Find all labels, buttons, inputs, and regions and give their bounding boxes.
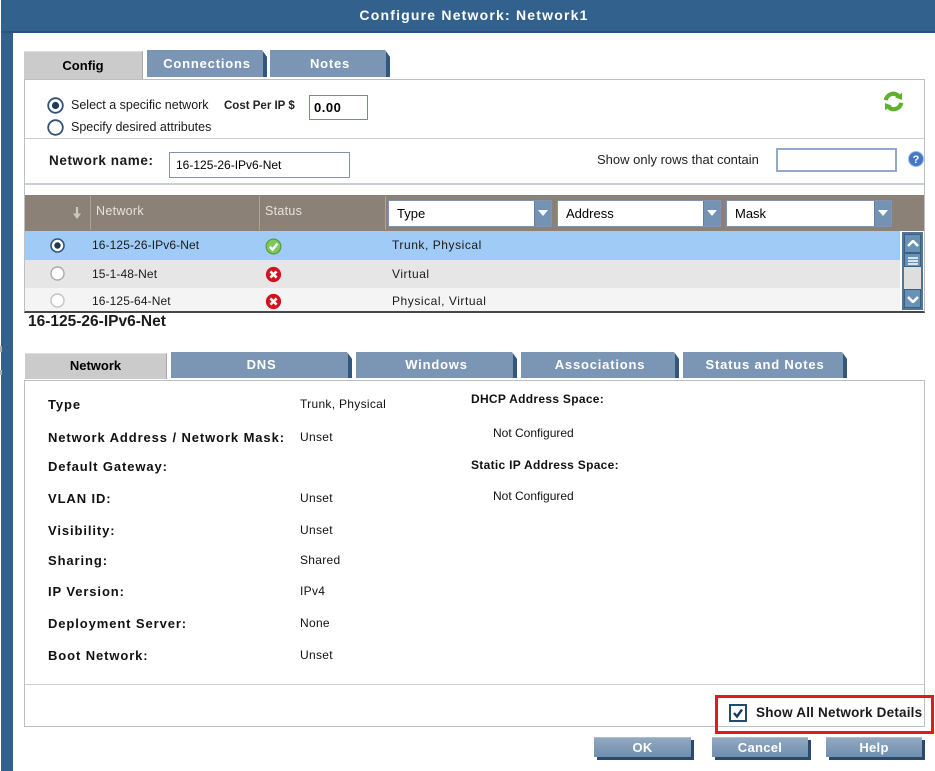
- svg-text:?: ?: [913, 154, 920, 166]
